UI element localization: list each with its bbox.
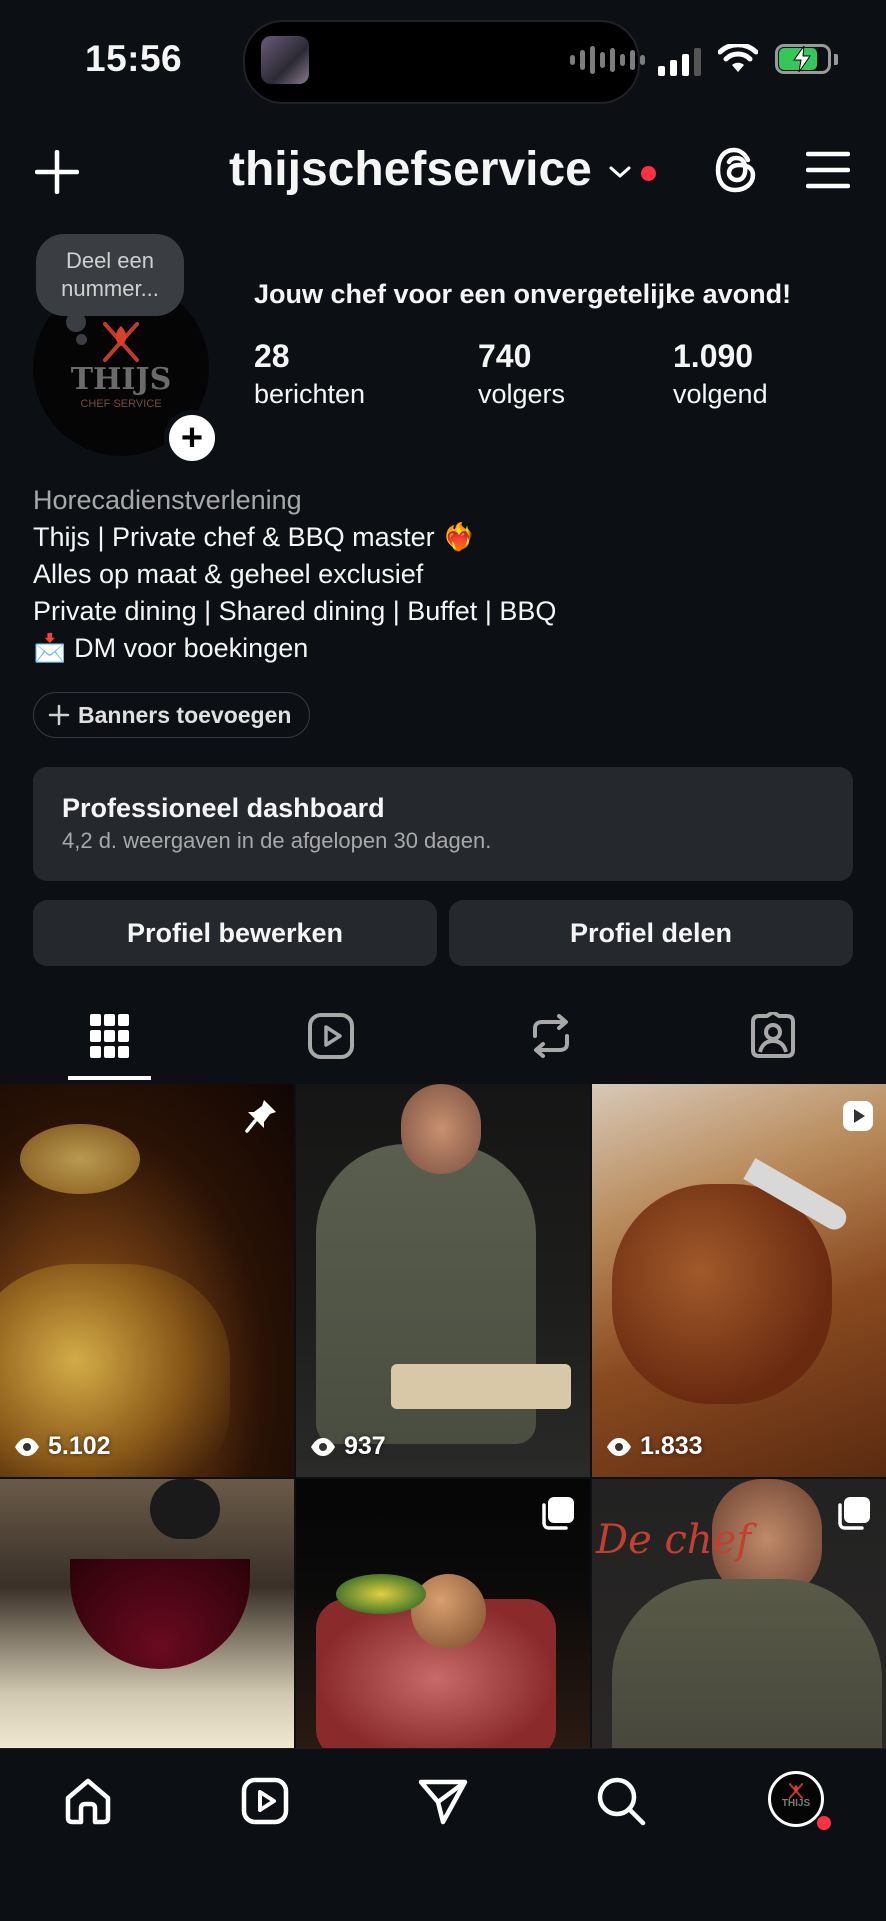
posts-count[interactable]: 28 berichten (254, 336, 365, 412)
post-thumbnail[interactable]: 937 (296, 1084, 590, 1477)
following-count[interactable]: 1.090 volgend (673, 336, 768, 412)
view-count-value: 1.833 (640, 1432, 703, 1460)
post-thumbnail[interactable] (0, 1479, 294, 1748)
note-bubble[interactable]: Deel een nummer... (36, 234, 184, 316)
avatar-logo-subtext: CHEF SERVICE (80, 398, 162, 410)
pin-icon (245, 1100, 276, 1133)
view-count: 5.102 (14, 1432, 111, 1461)
avatar-logo-text: THIJS (70, 362, 172, 397)
view-count-value: 5.102 (48, 1432, 111, 1460)
wifi-icon (718, 44, 758, 72)
chef-figure (612, 1579, 882, 1748)
add-story-button[interactable]: + (164, 410, 220, 466)
posts-count-label: berichten (254, 379, 366, 409)
tab-grid[interactable] (80, 1006, 140, 1066)
note-bubble-tail-small (76, 334, 87, 345)
followers-count-label: volgers (478, 379, 566, 409)
profile-headline: Jouw chef voor een onvergetelijke avond! (254, 279, 792, 309)
tab-reels[interactable] (301, 1006, 361, 1066)
status-time: 15:56 (85, 38, 183, 79)
meat-shape (612, 1184, 832, 1404)
search-icon (597, 1777, 646, 1826)
threads-icon[interactable] (714, 146, 758, 194)
tab-reposts[interactable] (521, 1006, 581, 1066)
gold-leaf (20, 1124, 140, 1194)
dashboard-title: Professioneel dashboard (62, 793, 385, 823)
bio-line: Alles op maat & geheel exclusief (33, 559, 424, 589)
plus-icon (48, 704, 70, 726)
bio-line: 📩 DM voor boekingen (33, 633, 309, 663)
wine-bottle (150, 1479, 220, 1539)
chef-head (401, 1084, 481, 1174)
active-tab-indicator (68, 1076, 151, 1080)
now-playing-artwork (261, 36, 309, 84)
wine-glass (70, 1559, 250, 1669)
eye-icon (607, 1437, 631, 1456)
charging-bolt-icon (793, 46, 811, 72)
tagged-icon (751, 1012, 795, 1058)
nav-avatar-logo-text: THIJS (781, 1798, 811, 1809)
home-icon (65, 1778, 111, 1825)
cellular-signal-icon (658, 46, 701, 76)
post-thumbnail[interactable]: 1.833 (592, 1084, 886, 1477)
professional-dashboard[interactable]: Professioneel dashboard 4,2 d. weergaven… (33, 767, 853, 881)
post-thumbnail[interactable]: De chef (592, 1479, 886, 1748)
note-bubble-tail (66, 312, 86, 332)
notification-dot (641, 166, 656, 181)
nav-notification-dot (815, 1814, 833, 1832)
reels-icon (241, 1777, 289, 1825)
post-thumbnail[interactable] (296, 1479, 590, 1748)
messages-icon (418, 1779, 468, 1825)
menu-hamburger-icon[interactable] (806, 150, 850, 190)
post-overlay-text: De chef (596, 1517, 752, 1563)
create-plus-icon[interactable] (35, 150, 79, 194)
nav-home[interactable] (58, 1771, 118, 1831)
reel-icon (843, 1101, 873, 1131)
following-count-value: 1.090 (673, 338, 754, 374)
reels-icon (308, 1013, 354, 1059)
grid-icon (90, 1014, 129, 1058)
nav-search[interactable] (591, 1771, 651, 1831)
view-count: 937 (310, 1432, 386, 1461)
bio-line: Thijs | Private chef & BBQ master ❤️‍🔥 (33, 522, 476, 552)
chevron-down-icon[interactable] (608, 164, 632, 180)
view-count-value: 937 (344, 1432, 386, 1460)
share-profile-button[interactable]: Profiel delen (449, 900, 853, 966)
audio-waveform-icon (570, 44, 645, 76)
add-banners-button[interactable]: Banners toevoegen (33, 692, 311, 738)
nav-messages[interactable] (413, 1771, 473, 1831)
followers-count-value: 740 (478, 338, 532, 374)
reposts-icon (533, 1014, 569, 1058)
herb-shape (336, 1574, 426, 1614)
account-switcher-username[interactable]: thijschefservice (229, 142, 592, 197)
carousel-icon (838, 1497, 870, 1530)
cutting-board (391, 1364, 571, 1409)
battery-tip (834, 54, 838, 65)
eye-icon (15, 1437, 39, 1456)
tab-tagged[interactable] (743, 1006, 803, 1066)
edit-profile-button[interactable]: Profiel bewerken (33, 900, 437, 966)
add-banners-label: Banners toevoegen (78, 701, 292, 728)
carousel-icon (542, 1497, 574, 1530)
bio-line: Private dining | Shared dining | Buffet … (33, 596, 557, 626)
nav-reels[interactable] (235, 1771, 295, 1831)
profile-category: Horecadienstverlening (33, 485, 302, 515)
following-count-label: volgend (673, 379, 768, 409)
profile-bio: Horecadienstverlening Thijs | Private ch… (33, 482, 556, 667)
eye-icon (311, 1437, 335, 1456)
logo-flame-icon (103, 322, 139, 362)
posts-count-value: 28 (254, 338, 290, 374)
view-count: 1.833 (606, 1432, 703, 1461)
dashboard-subtitle: 4,2 d. weergaven in de afgelopen 30 dage… (62, 828, 492, 853)
post-thumbnail[interactable]: 5.102 (0, 1084, 294, 1477)
followers-count[interactable]: 740 volgers (478, 336, 565, 412)
